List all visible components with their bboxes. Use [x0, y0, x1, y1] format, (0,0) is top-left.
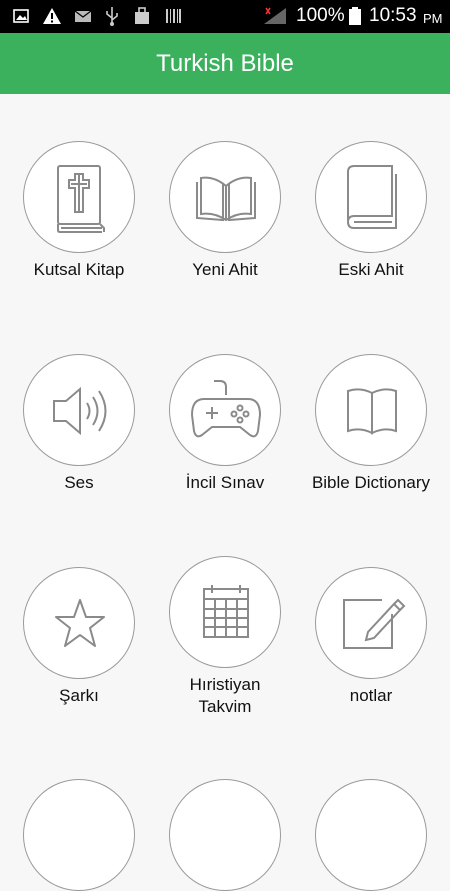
clock-ampm: PM — [423, 11, 443, 26]
usb-icon — [106, 7, 118, 26]
menu-item-notlar[interactable]: notlar — [296, 567, 446, 712]
notes-icon-circle — [315, 567, 427, 679]
barcode-icon — [166, 9, 181, 23]
star-icon-circle — [23, 567, 135, 679]
closed-book-icon-circle — [315, 141, 427, 253]
dictionary-icon-circle — [315, 354, 427, 466]
bible-icon-circle — [23, 141, 135, 253]
menu-item-row4-3[interactable] — [296, 779, 446, 891]
gamepad-icon — [190, 380, 262, 438]
menu-item-eski-ahit[interactable]: Eski Ahit — [296, 141, 446, 286]
dictionary-icon — [347, 388, 397, 435]
open-book-icon-circle — [169, 141, 281, 253]
warning-icon — [43, 8, 61, 24]
menu-grid: Kutsal Kitap Yeni Ahit Eski Ahit Ses İnc… — [0, 94, 450, 891]
menu-item-row4-1[interactable] — [4, 779, 154, 891]
menu-label-ses: Ses — [64, 473, 94, 492]
calendar-icon-circle — [169, 556, 281, 668]
image-icon — [13, 9, 29, 23]
menu-item-bible-dictionary[interactable]: Bible Dictionary — [296, 354, 446, 499]
menu-label-takvim: Takvim — [198, 697, 252, 716]
bag-icon — [135, 7, 149, 24]
calendar-icon — [203, 585, 249, 638]
menu-item-kutsal-kitap[interactable]: Kutsal Kitap — [4, 141, 154, 286]
menu-label-bible-dictionary: Bible Dictionary — [311, 473, 431, 492]
app-title: Turkish Bible — [156, 50, 294, 77]
menu-item-incil-sinav[interactable]: İncil Sınav — [150, 354, 300, 499]
clock-time: 10:53 — [369, 5, 417, 26]
menu-label-incil-sinav: İncil Sınav — [185, 473, 265, 492]
mail-icon — [74, 10, 92, 22]
speaker-icon — [53, 386, 107, 436]
notes-icon — [343, 598, 406, 649]
partial-circle — [315, 779, 427, 891]
partial-circle — [23, 779, 135, 891]
bible-icon — [57, 165, 105, 233]
menu-label-kutsal-kitap: Kutsal Kitap — [33, 260, 125, 279]
battery-icon — [349, 7, 361, 25]
menu-label-hiristiyan: Hıristiyan — [189, 675, 261, 694]
menu-label-notlar: notlar — [349, 686, 393, 705]
status-bar: 100% 10:53 PM — [0, 0, 450, 33]
menu-item-row4-2[interactable] — [150, 779, 300, 891]
battery-percent: 100% — [296, 5, 345, 26]
menu-item-hiristiyan-takvim[interactable]: Hıristiyan Takvim — [150, 556, 300, 726]
menu-label-sarki: Şarkı — [59, 686, 99, 705]
gamepad-icon-circle — [169, 354, 281, 466]
menu-item-yeni-ahit[interactable]: Yeni Ahit — [150, 141, 300, 286]
speaker-icon-circle — [23, 354, 135, 466]
app-bar: Turkish Bible — [0, 33, 450, 94]
signal-icon — [264, 7, 286, 24]
menu-label-yeni-ahit: Yeni Ahit — [192, 260, 258, 279]
menu-label-eski-ahit: Eski Ahit — [338, 260, 404, 279]
open-book-icon — [196, 176, 256, 222]
menu-item-ses[interactable]: Ses — [4, 354, 154, 499]
star-icon — [55, 599, 105, 647]
partial-circle — [169, 779, 281, 891]
menu-item-sarki[interactable]: Şarkı — [4, 567, 154, 712]
closed-book-icon — [346, 165, 397, 229]
